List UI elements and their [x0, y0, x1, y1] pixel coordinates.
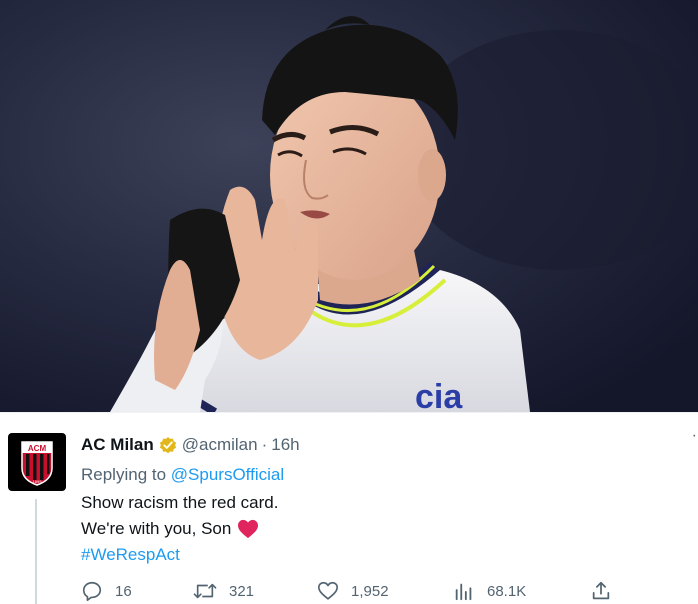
verified-badge-icon: [158, 435, 178, 455]
tweet-actions: 16 321 1,952 68.1K: [81, 580, 621, 602]
retweet-icon: [193, 583, 217, 599]
avatar-column: ACM 1899: [8, 433, 66, 604]
tweet-line-2: We're with you, Son: [81, 516, 684, 542]
red-heart-emoji-icon: [237, 519, 259, 539]
timestamp[interactable]: 16h: [271, 433, 299, 457]
view-count: 68.1K: [487, 582, 527, 600]
analytics-icon: [455, 583, 472, 601]
retweet-count: 321: [229, 582, 255, 600]
reply-icon: [82, 581, 102, 601]
crest-text: ACM: [28, 444, 47, 453]
replying-to: Replying to @SpursOfficial: [81, 463, 684, 487]
user-handle[interactable]: @acmilan: [182, 433, 258, 457]
tweet-photo[interactable]: cia: [0, 0, 698, 412]
reply-count: 16: [115, 582, 132, 600]
tweet-line-1: Show racism the red card.: [81, 493, 279, 512]
tweet-text: Show racism the red card. We're with you…: [81, 490, 684, 568]
retweet-button[interactable]: 321: [193, 580, 254, 602]
like-button[interactable]: 1,952: [317, 580, 389, 602]
sponsor-logo: cia: [415, 378, 463, 412]
tweet[interactable]: ACM 1899 · AC Milan @acmilan · 16h Reply…: [0, 413, 698, 604]
heart-outline-icon: [318, 581, 338, 600]
tweet-header: AC Milan @acmilan · 16h: [81, 433, 684, 457]
reply-button[interactable]: 16: [81, 580, 132, 602]
tweet-content: AC Milan @acmilan · 16h Replying to @Spu…: [81, 433, 684, 568]
share-icon: [592, 581, 610, 600]
avatar[interactable]: ACM 1899: [8, 433, 66, 491]
player-photo-illustration: cia: [0, 0, 698, 412]
crest-year: 1899: [33, 479, 43, 484]
replying-to-handle-link[interactable]: @SpursOfficial: [171, 465, 284, 484]
ac-milan-crest-icon: ACM 1899: [21, 441, 53, 486]
separator-dot: ·: [261, 435, 268, 454]
hashtag-link[interactable]: #WeRespAct: [81, 542, 684, 568]
replying-to-label: Replying to: [81, 465, 167, 484]
views-button[interactable]: 68.1K: [453, 580, 526, 602]
like-count: 1,952: [351, 582, 389, 600]
more-options-button[interactable]: ·: [692, 428, 698, 444]
thread-line: [35, 499, 37, 604]
share-button[interactable]: [590, 580, 612, 602]
tweet-line-2-text: We're with you, Son: [81, 519, 232, 538]
display-name[interactable]: AC Milan: [81, 433, 154, 457]
